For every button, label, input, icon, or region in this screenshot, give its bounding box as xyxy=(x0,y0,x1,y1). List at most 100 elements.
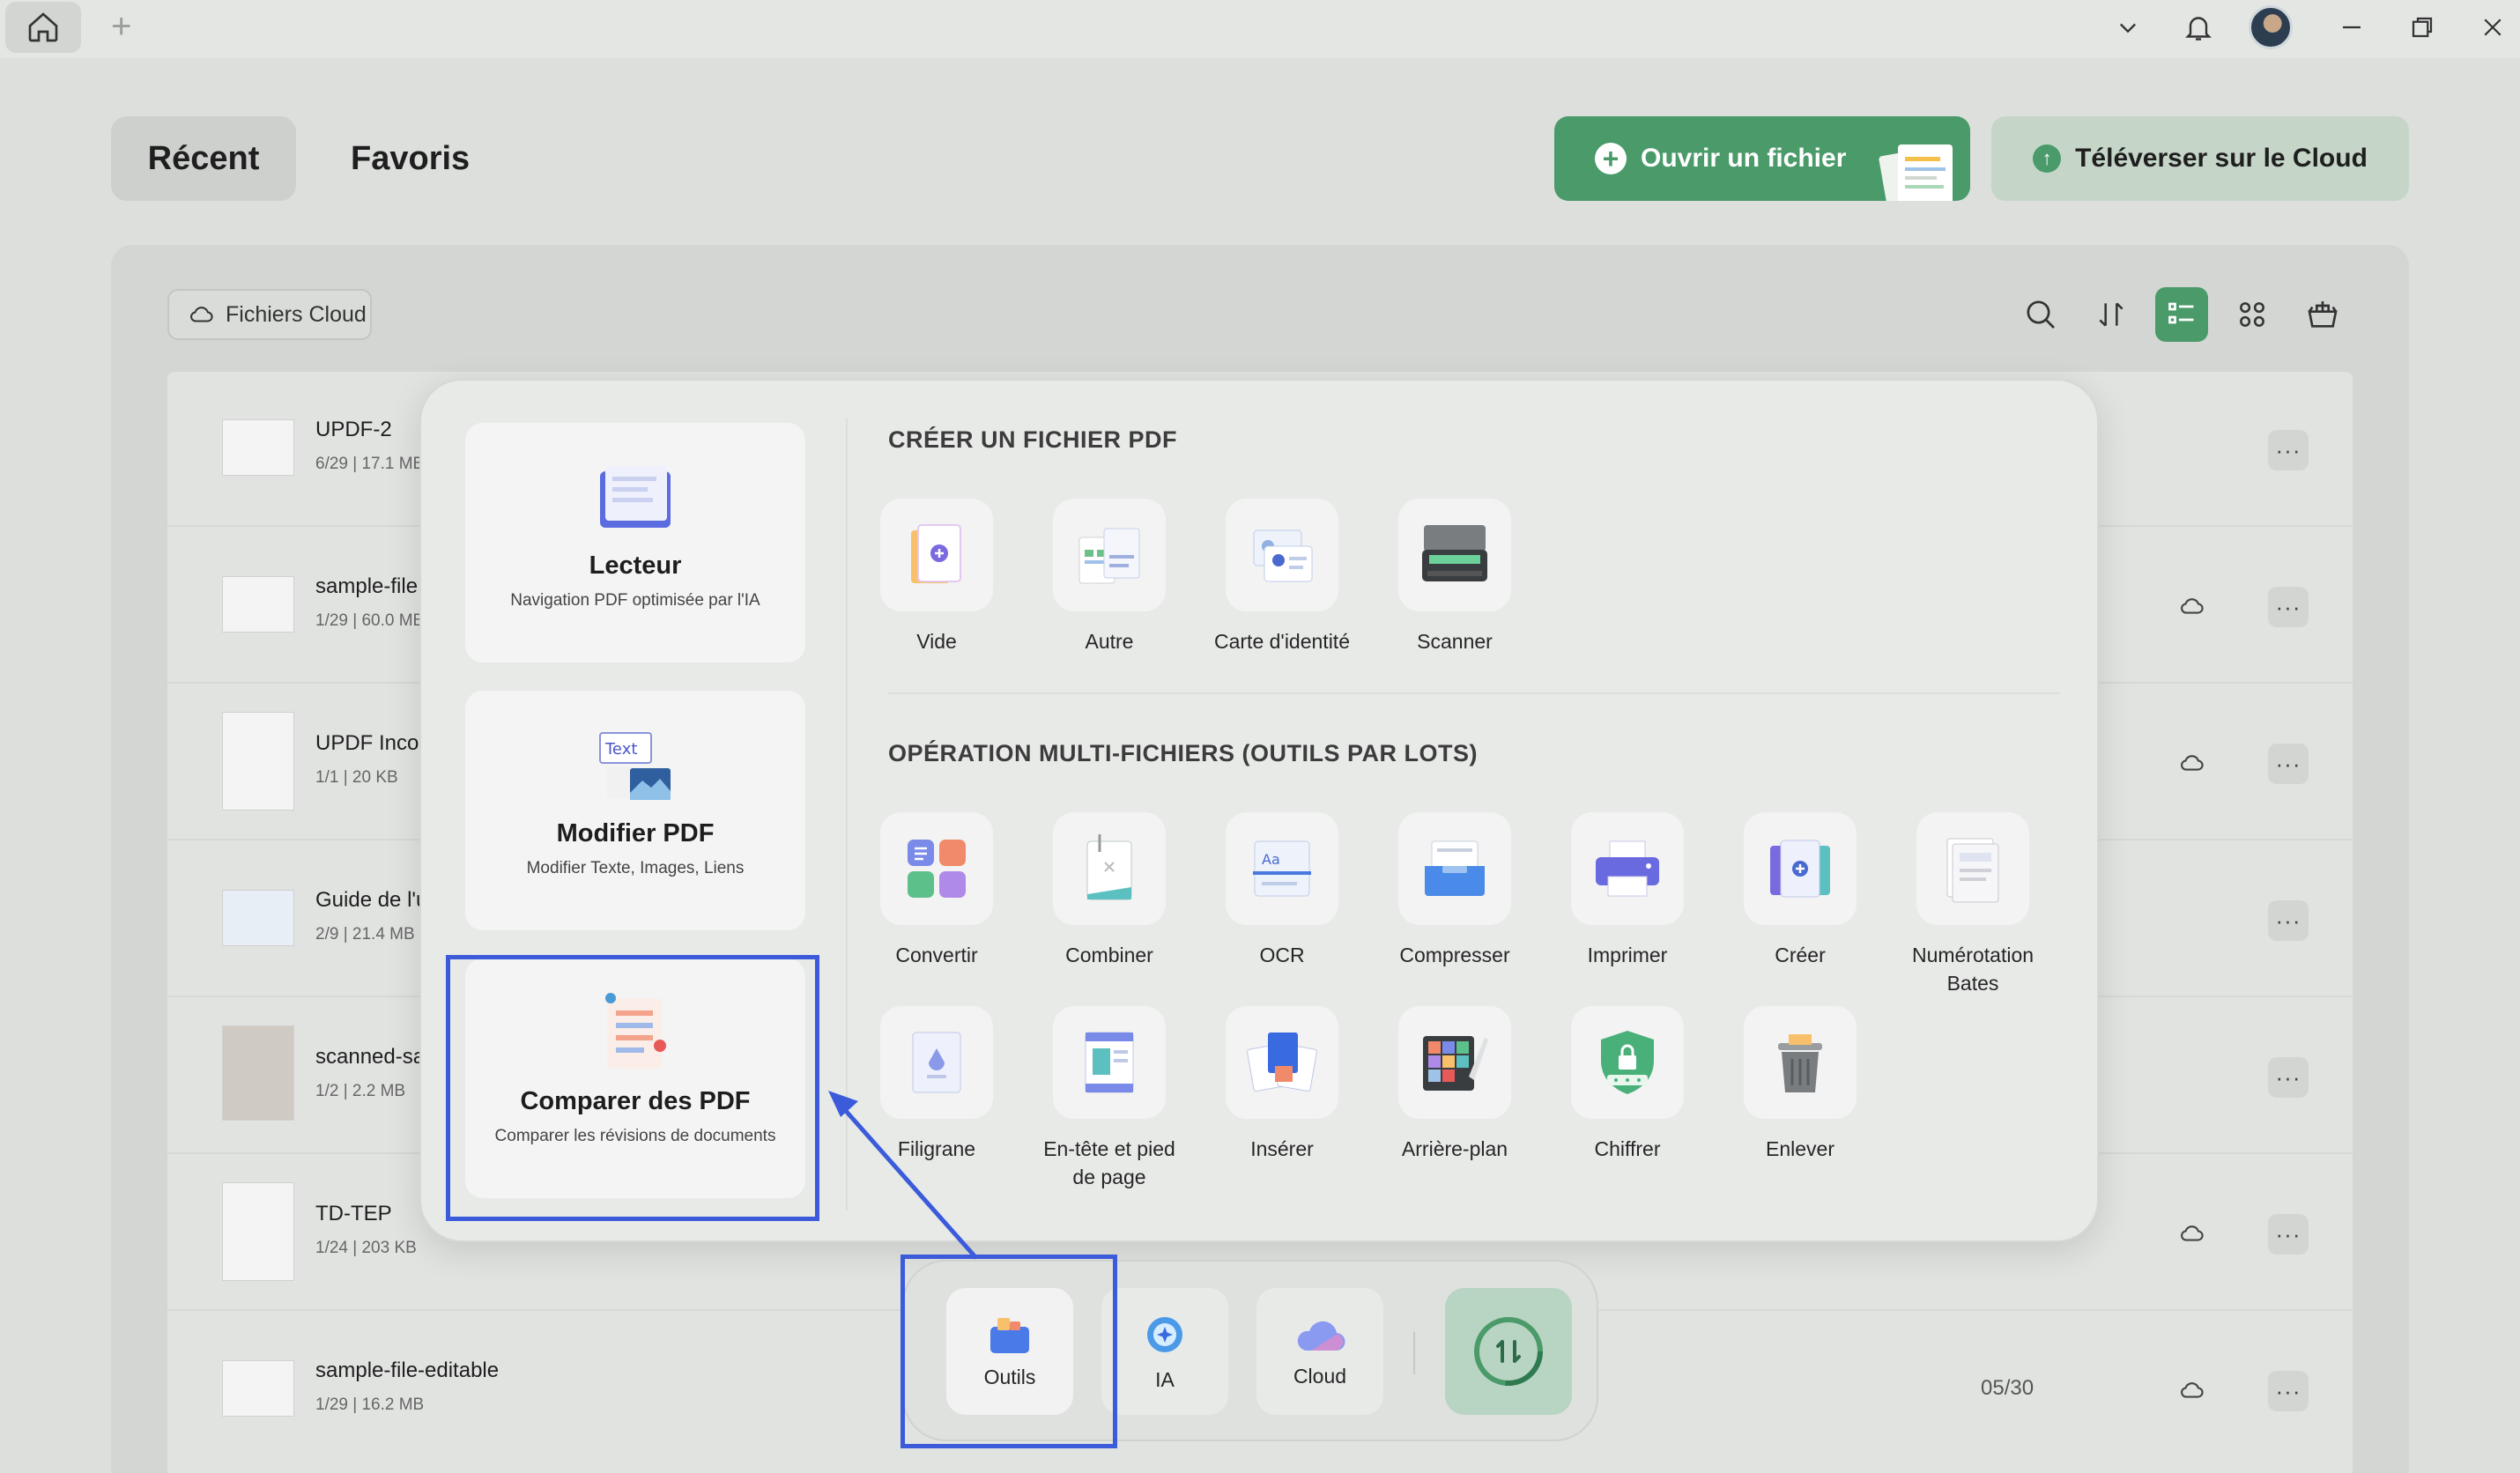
home-button[interactable] xyxy=(5,2,81,53)
file-name: scanned-sa xyxy=(315,1045,426,1069)
file-name: UPDF-2 xyxy=(315,418,392,441)
tool-other[interactable]: Autre xyxy=(1030,499,1189,655)
open-file-button[interactable]: + Ouvrir un fichier xyxy=(1554,116,1970,201)
edit-pdf-subtitle: Modifier Texte, Images, Liens xyxy=(526,859,745,877)
sort-icon[interactable] xyxy=(2085,287,2138,342)
tool-label: Arrière-plan xyxy=(1401,1137,1508,1160)
tool-create[interactable]: Créer xyxy=(1721,812,1879,969)
tool-convert[interactable]: Convertir xyxy=(857,812,1016,969)
tool-id-card[interactable]: Carte d'identité xyxy=(1203,499,1361,655)
tool-scanner[interactable]: Scanner xyxy=(1375,499,1534,655)
compress-icon xyxy=(1398,812,1511,925)
avatar[interactable] xyxy=(2249,5,2293,49)
open-file-label: Ouvrir un fichier xyxy=(1641,144,1847,173)
tool-encrypt[interactable]: Chiffrer xyxy=(1548,1006,1707,1163)
more-options-button[interactable]: ··· xyxy=(2268,430,2309,470)
tool-label: Imprimer xyxy=(1587,944,1668,966)
upload-cloud-label: Téléverser sur le Cloud xyxy=(2075,144,2368,173)
tool-background[interactable]: Arrière-plan xyxy=(1375,1006,1534,1163)
cloud-sync-icon[interactable] xyxy=(2176,1218,2208,1249)
restore-icon[interactable] xyxy=(2400,5,2444,49)
chevron-down-icon[interactable] xyxy=(2106,5,2150,49)
minimize-icon[interactable] xyxy=(2330,5,2374,49)
more-options-button[interactable]: ··· xyxy=(2268,1371,2309,1411)
tab-recent[interactable]: Récent xyxy=(111,116,296,201)
list-view-icon[interactable] xyxy=(2155,287,2208,342)
upload-cloud-button[interactable]: ↑ Téléverser sur le Cloud xyxy=(1991,116,2409,201)
grid-view-icon[interactable] xyxy=(2226,287,2279,342)
tool-remove[interactable]: Enlever xyxy=(1721,1006,1879,1163)
title-bar: + xyxy=(0,0,2520,58)
cloud-sync-icon[interactable] xyxy=(2176,1374,2208,1406)
tool-ocr[interactable]: Aa OCR xyxy=(1203,812,1361,969)
tab-favorites[interactable]: Favoris xyxy=(351,116,470,201)
compare-highlight-box xyxy=(446,955,819,1221)
other-docs-icon xyxy=(1053,499,1166,611)
tool-combine[interactable]: Combiner xyxy=(1030,812,1189,969)
edit-icon-text: Text xyxy=(604,740,637,759)
cloud-color-icon xyxy=(1297,1321,1345,1351)
blank-page-icon xyxy=(880,499,993,611)
edit-pdf-card[interactable]: Text Modifier PDF Modifier Texte, Images… xyxy=(465,691,805,930)
tool-label: Enlever xyxy=(1766,1137,1834,1160)
book-icon xyxy=(595,458,676,537)
home-icon xyxy=(28,12,58,42)
more-options-button[interactable]: ··· xyxy=(2268,587,2309,627)
cloud-sync-icon[interactable] xyxy=(2176,590,2208,622)
more-options-button[interactable]: ··· xyxy=(2268,1214,2309,1255)
close-icon[interactable] xyxy=(2471,5,2515,49)
reader-card[interactable]: Lecteur Navigation PDF optimisée par l'I… xyxy=(465,423,805,662)
more-options-button[interactable]: ··· xyxy=(2268,744,2309,784)
tool-print[interactable]: Imprimer xyxy=(1548,812,1707,969)
tool-label: Numérotation Bates xyxy=(1911,944,2035,995)
tool-label: Filigrane xyxy=(897,1137,976,1160)
file-thumbnail xyxy=(222,419,294,476)
reader-subtitle: Navigation PDF optimisée par l'IA xyxy=(510,591,760,610)
id-card-icon xyxy=(1226,499,1338,611)
tools-highlight-box xyxy=(901,1255,1117,1448)
dock-cloud-button[interactable]: Cloud xyxy=(1256,1288,1383,1415)
ai-assistant-icon xyxy=(1147,1316,1182,1352)
shield-lock-icon xyxy=(1571,1006,1684,1119)
file-thumbnail xyxy=(222,1182,294,1281)
page-counter: 05/30 xyxy=(1981,1376,2035,1400)
edit-text-image-icon: Text xyxy=(595,726,676,805)
dock-sync-button[interactable] xyxy=(1445,1288,1572,1415)
popup-divider xyxy=(846,418,848,1210)
bates-numbering-icon xyxy=(1916,812,2029,925)
trash-icon xyxy=(1744,1006,1857,1119)
basket-icon[interactable] xyxy=(2296,287,2349,342)
search-icon[interactable] xyxy=(2014,287,2067,342)
tool-label: Compresser xyxy=(1399,944,1510,966)
dock-ai-button[interactable]: IA xyxy=(1101,1288,1228,1415)
tool-label: Scanner xyxy=(1417,630,1493,653)
tool-blank[interactable]: Vide xyxy=(857,499,1016,655)
upload-arrow-icon: ↑ xyxy=(2033,144,2062,173)
tool-label: OCR xyxy=(1259,944,1305,966)
sync-circle-icon xyxy=(1474,1317,1543,1386)
bell-icon[interactable] xyxy=(2176,5,2220,49)
dock-label: Cloud xyxy=(1293,1364,1347,1388)
tool-label: Vide xyxy=(916,630,957,653)
tool-label: Carte d'identité xyxy=(1214,630,1350,653)
file-name: sample-file-editable xyxy=(315,1358,500,1382)
file-meta: 6/29 | 17.1 MB xyxy=(315,455,425,473)
file-thumbnail xyxy=(222,576,294,633)
svg-text:Aa: Aa xyxy=(1262,851,1280,868)
cloud-sync-icon[interactable] xyxy=(2176,747,2208,779)
cloud-icon xyxy=(189,301,215,328)
file-name: sample-file xyxy=(315,574,419,598)
convert-icon xyxy=(880,812,993,925)
tool-watermark[interactable]: Filigrane xyxy=(857,1006,1016,1163)
tool-header-footer[interactable]: En-tête et pied de page xyxy=(1030,1006,1189,1191)
new-tab-plus-icon[interactable]: + xyxy=(111,9,131,44)
insert-icon xyxy=(1226,1006,1338,1119)
more-options-button[interactable]: ··· xyxy=(2268,900,2309,941)
tool-compress[interactable]: Compresser xyxy=(1375,812,1534,969)
tool-bates-numbering[interactable]: Numérotation Bates xyxy=(1894,812,2052,997)
tool-insert[interactable]: Insérer xyxy=(1203,1006,1361,1163)
cloud-files-label: Fichiers Cloud xyxy=(226,301,367,327)
more-options-button[interactable]: ··· xyxy=(2268,1057,2309,1098)
cloud-files-button[interactable]: Fichiers Cloud xyxy=(167,289,372,340)
reader-title: Lecteur xyxy=(589,551,682,580)
